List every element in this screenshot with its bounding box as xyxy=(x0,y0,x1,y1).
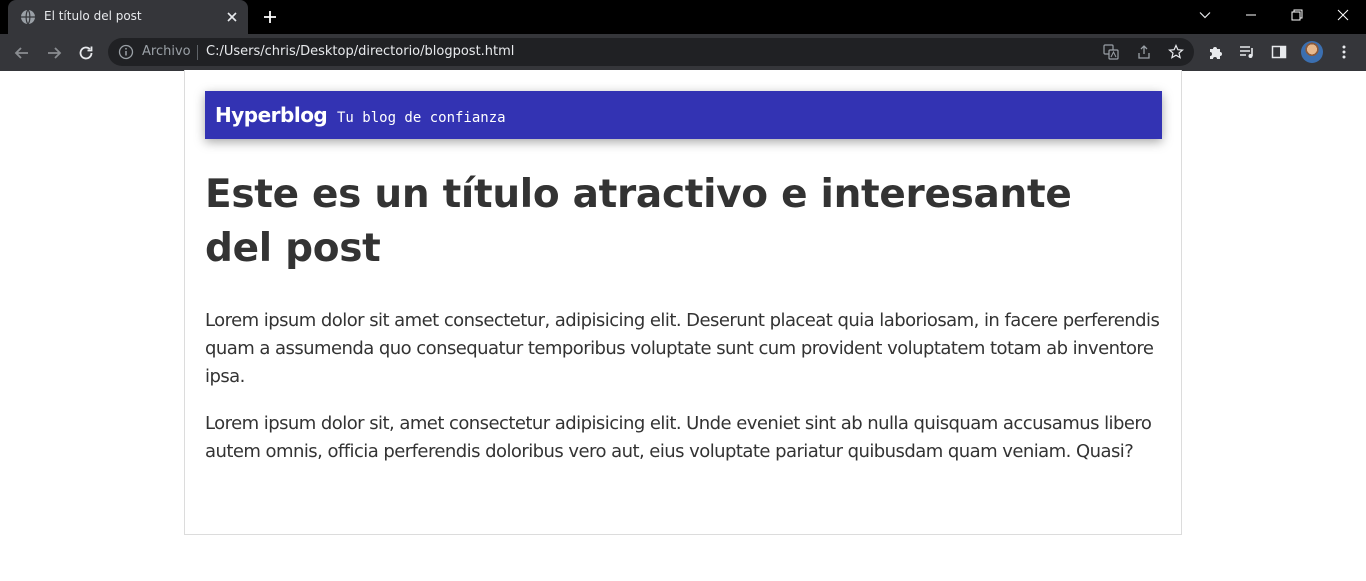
omnibox-divider xyxy=(197,45,198,60)
back-button[interactable] xyxy=(10,41,34,65)
chevron-down-icon xyxy=(1199,12,1211,19)
translate-icon[interactable] xyxy=(1103,44,1119,60)
reload-icon xyxy=(79,46,93,60)
puzzle-icon[interactable] xyxy=(1208,44,1224,60)
tab-search-button[interactable] xyxy=(1182,0,1228,30)
restore-icon xyxy=(1291,9,1303,21)
post-title: Este es un título atractivo e interesant… xyxy=(205,172,1072,271)
minimize-button[interactable] xyxy=(1228,0,1274,30)
reload-button[interactable] xyxy=(74,41,98,65)
forward-button[interactable] xyxy=(42,41,66,65)
page-container: Hyperblog Tu blog de confianza Este es u… xyxy=(184,70,1182,535)
site-header: Hyperblog Tu blog de confianza xyxy=(205,91,1162,139)
browser-toolbar: Archivo C:/Users/chris/Desktop/directori… xyxy=(0,34,1366,71)
back-arrow-icon xyxy=(14,47,28,59)
site-tagline: Tu blog de confianza xyxy=(337,110,506,126)
restore-button[interactable] xyxy=(1274,0,1320,30)
info-icon[interactable] xyxy=(118,44,134,60)
minimize-icon xyxy=(1246,14,1256,16)
window-close-icon xyxy=(1337,9,1349,21)
site-brand[interactable]: Hyperblog xyxy=(215,103,328,127)
address-bar[interactable]: Archivo C:/Users/chris/Desktop/directori… xyxy=(108,38,1194,66)
forward-arrow-icon xyxy=(48,47,62,59)
url-text[interactable]: C:/Users/chris/Desktop/directorio/blogpo… xyxy=(206,44,514,59)
globe-icon xyxy=(21,9,35,25)
tab-strip: El título del post xyxy=(0,0,1366,34)
security-label: Archivo xyxy=(142,44,191,59)
tab-title: El título del post xyxy=(44,9,142,23)
post-paragraph: Lorem ipsum dolor sit, amet consectetur … xyxy=(205,413,1152,462)
media-icon[interactable] xyxy=(1239,44,1255,60)
post-paragraph: Lorem ipsum dolor sit amet consectetur, … xyxy=(205,310,1160,387)
browser-tab[interactable]: El título del post xyxy=(8,0,248,34)
kebab-menu-icon[interactable] xyxy=(1336,44,1352,60)
share-icon[interactable] xyxy=(1136,44,1152,60)
window-close-button[interactable] xyxy=(1320,0,1366,30)
plus-icon[interactable] xyxy=(262,9,278,25)
star-icon[interactable] xyxy=(1168,44,1184,60)
side-panel-icon[interactable] xyxy=(1271,44,1287,60)
avatar[interactable] xyxy=(1301,41,1323,63)
close-icon[interactable] xyxy=(224,9,240,25)
